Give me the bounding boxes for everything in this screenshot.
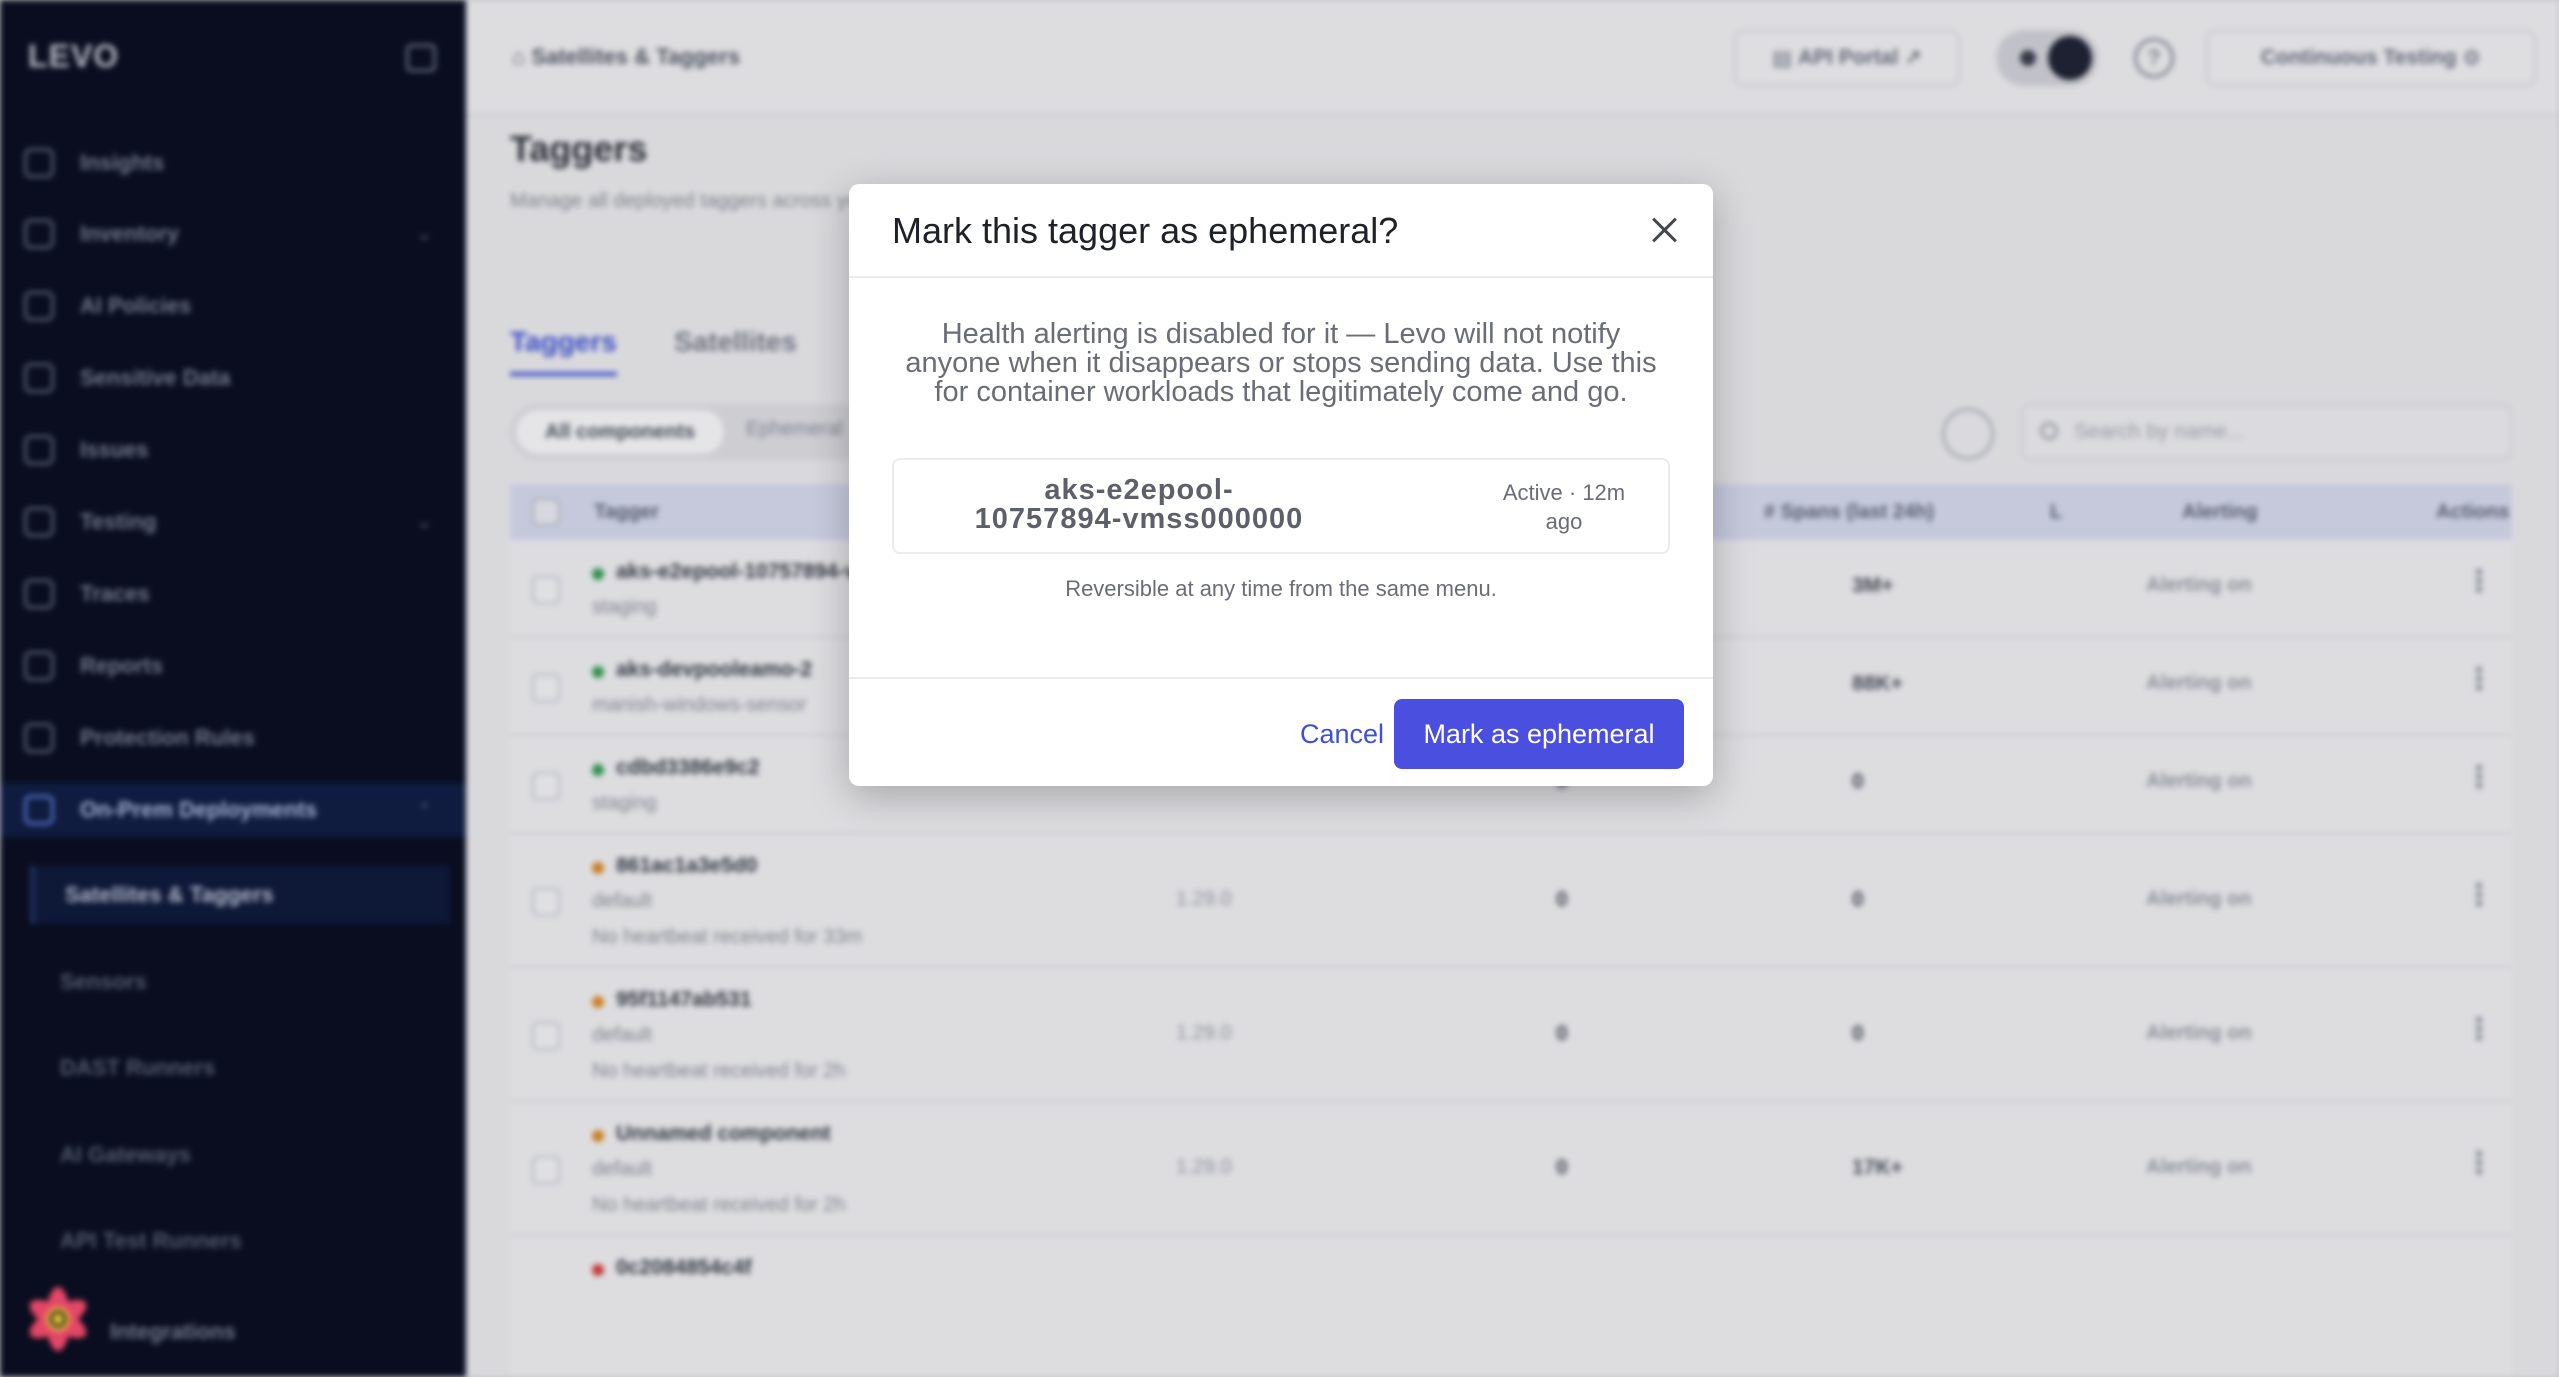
- close-icon[interactable]: [1645, 210, 1685, 250]
- confirm-ephemeral-dialog: Mark this tagger as ephemeral? Health al…: [849, 184, 1713, 786]
- dialog-footer: Cancel Mark as ephemeral: [849, 677, 1713, 786]
- tagger-status: Active · 12m ago: [1502, 480, 1626, 534]
- tagger-summary-card: aks-e2epool-10757894-vmss000000 Active ·…: [892, 458, 1670, 554]
- tagger-name: aks-e2epool-10757894-vmss000000: [974, 474, 1304, 535]
- reversible-note: Reversible at any time from the same men…: [1065, 576, 1497, 601]
- dialog-title: Mark this tagger as ephemeral?: [892, 210, 1399, 251]
- dialog-header: Mark this tagger as ephemeral?: [849, 184, 1713, 278]
- dialog-description: Health alerting is disabled for it — Lev…: [905, 318, 1657, 408]
- mark-as-ephemeral-button[interactable]: Mark as ephemeral: [1394, 699, 1684, 769]
